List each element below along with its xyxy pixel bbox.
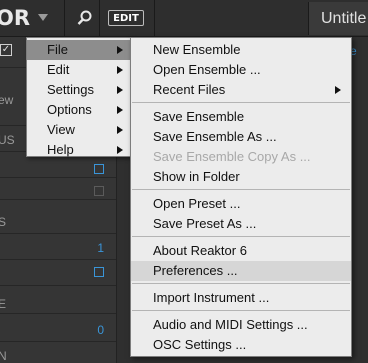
panel-divider	[0, 259, 116, 260]
menu-separator	[132, 102, 350, 103]
panel-row-label: S	[0, 215, 7, 229]
panel-row-label: N	[0, 349, 7, 363]
menu-separator	[132, 236, 350, 237]
panel-divider	[0, 233, 116, 234]
menu-item-label: Audio and MIDI Settings ...	[153, 317, 308, 332]
panel-value[interactable]: 0	[97, 323, 104, 337]
menu-item-label: View	[47, 122, 75, 137]
toolbar-divider	[99, 0, 100, 36]
panel-row-label: E	[0, 297, 7, 311]
menu-item-import-instrument[interactable]: Import Instrument ...	[131, 288, 351, 308]
menu-item-open-preset[interactable]: Open Preset ...	[131, 194, 351, 214]
menu-item-show-in-folder[interactable]: Show in Folder	[131, 167, 351, 187]
menu-item-label: Preferences ...	[153, 263, 238, 278]
toggle-checkbox[interactable]	[94, 164, 104, 174]
menu-separator	[132, 310, 350, 311]
menu-item-label: Save Ensemble As ...	[153, 129, 277, 144]
panel-divider	[0, 199, 116, 200]
menu-item-label: Import Instrument ...	[153, 290, 270, 305]
menu-item-settings[interactable]: Settings	[27, 80, 131, 100]
toolbar: OR EDIT Untitle	[0, 0, 368, 37]
chevron-right-icon	[117, 86, 123, 94]
panel-divider	[0, 341, 116, 342]
checkbox[interactable]: ✓	[0, 44, 12, 56]
menu-item-save-ensemble-as[interactable]: Save Ensemble As ...	[131, 127, 351, 147]
menu-item-save-ensemble[interactable]: Save Ensemble	[131, 107, 351, 127]
chevron-right-icon	[117, 66, 123, 74]
panel-divider	[0, 177, 116, 178]
edit-button[interactable]: EDIT	[108, 10, 144, 26]
menu-item-preferences[interactable]: Preferences ...	[131, 261, 351, 281]
menu-item-osc-settings[interactable]: OSC Settings ...	[131, 335, 351, 355]
menu-item-save-preset-as[interactable]: Save Preset As ...	[131, 214, 351, 234]
panel-row-label: US	[0, 133, 15, 147]
toolbar-divider	[154, 0, 155, 36]
menu-item-label: Show in Folder	[153, 169, 240, 184]
chevron-right-icon	[335, 86, 341, 94]
chevron-right-icon	[117, 146, 123, 154]
menu-item-label: OSC Settings ...	[153, 337, 247, 352]
menu-item-edit[interactable]: Edit	[27, 60, 131, 80]
menu-item-label: Save Preset As ...	[153, 216, 257, 231]
menu-item-new-ensemble[interactable]: New Ensemble	[131, 40, 351, 60]
file-submenu: New Ensemble Open Ensemble ... Recent Fi…	[130, 37, 352, 357]
menu-item-view[interactable]: View	[27, 120, 131, 140]
chevron-right-icon	[117, 126, 123, 134]
toolbar-divider	[64, 0, 65, 36]
menu-item-label: About Reaktor 6	[153, 243, 247, 258]
menu-item-open-ensemble[interactable]: Open Ensemble ...	[131, 60, 351, 80]
menu-item-audio-midi-settings[interactable]: Audio and MIDI Settings ...	[131, 315, 351, 335]
menu-item-file[interactable]: File	[27, 40, 131, 60]
main-menu: File Edit Settings Options View Help	[26, 37, 132, 157]
menu-item-label: Help	[47, 142, 74, 157]
chevron-down-icon[interactable]	[38, 14, 48, 22]
menu-item-save-ensemble-copy-as: Save Ensemble Copy As ...	[131, 147, 351, 167]
menu-item-options[interactable]: Options	[27, 100, 131, 120]
panel-divider	[0, 313, 116, 314]
panel-row-label: ew	[0, 93, 14, 107]
chevron-right-icon	[117, 106, 123, 114]
chevron-right-icon	[117, 46, 123, 54]
menu-item-recent-files[interactable]: Recent Files	[131, 80, 351, 100]
menu-separator	[132, 283, 350, 284]
menu-item-about[interactable]: About Reaktor 6	[131, 241, 351, 261]
menu-item-label: Settings	[47, 82, 94, 97]
menu-item-label: Open Preset ...	[153, 196, 241, 211]
menu-item-label: File	[47, 42, 68, 57]
ensemble-title[interactable]: Untitle	[308, 2, 368, 35]
app-logo[interactable]: OR	[0, 6, 30, 30]
menu-item-label: Edit	[47, 62, 70, 77]
menu-item-label: Open Ensemble ...	[153, 62, 261, 77]
menu-item-label: New Ensemble	[153, 42, 241, 57]
toggle-checkbox[interactable]	[94, 267, 104, 277]
panel-value[interactable]: 1	[97, 241, 104, 255]
menu-item-label: Recent Files	[153, 82, 226, 97]
menu-item-label: Save Ensemble Copy As ...	[153, 149, 311, 164]
toggle-checkbox[interactable]	[94, 186, 104, 196]
menu-item-label: Save Ensemble	[153, 109, 245, 124]
panel-divider	[0, 285, 116, 286]
menu-item-help[interactable]: Help	[27, 140, 131, 160]
menu-item-label: Options	[47, 102, 92, 117]
search-icon[interactable]	[76, 9, 94, 27]
menu-separator	[132, 189, 350, 190]
